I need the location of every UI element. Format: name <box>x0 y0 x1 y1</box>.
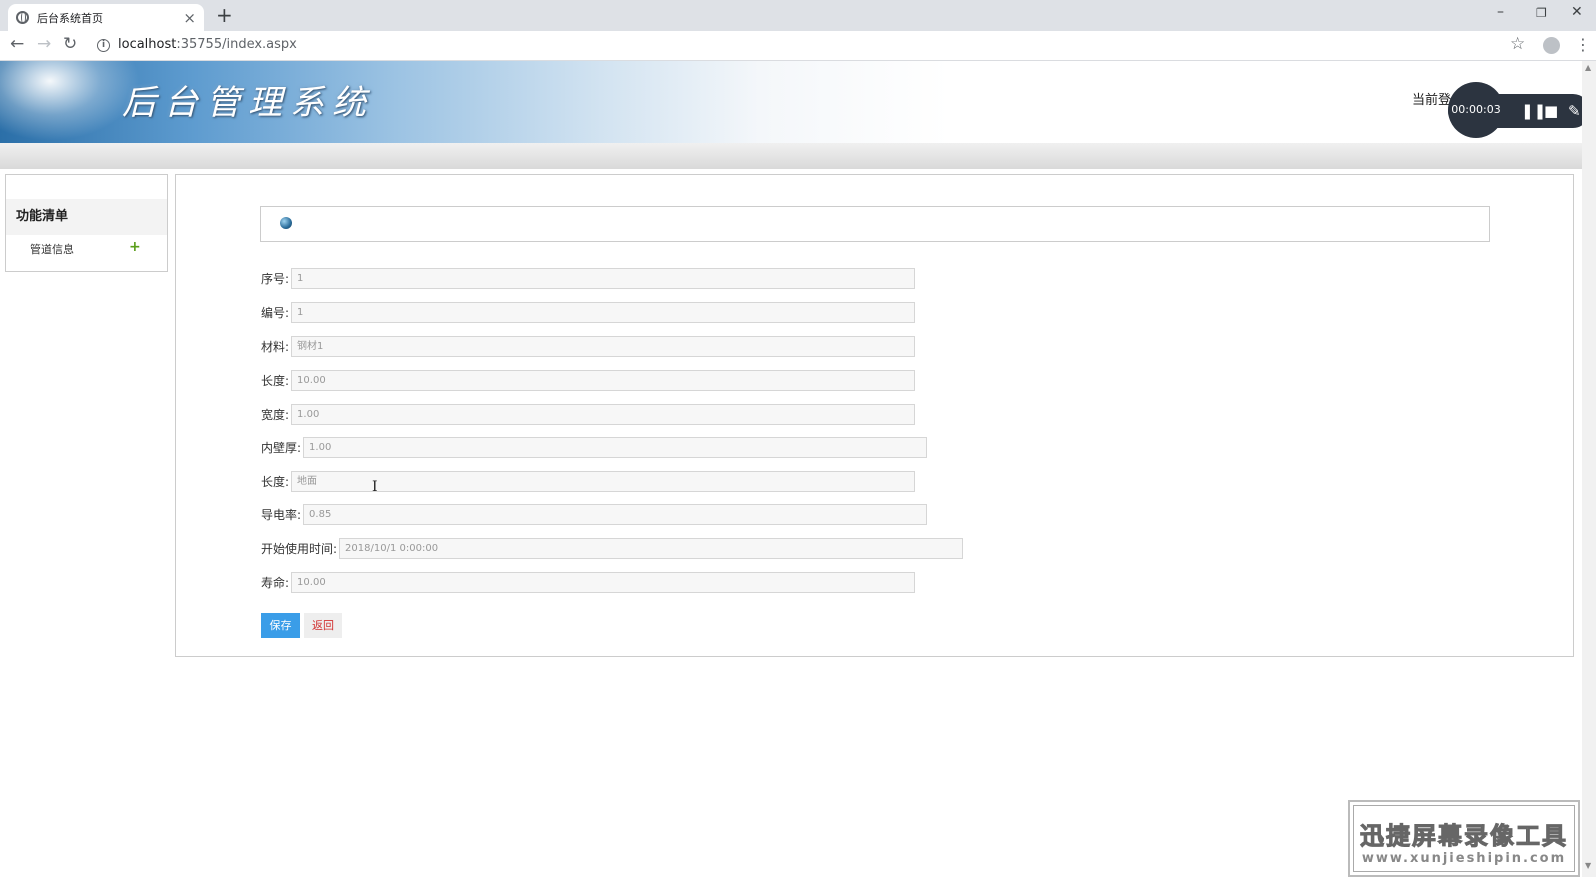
field-row-wall-thickness: 内壁厚: 1.00 <box>261 436 928 458</box>
field-label: 寿命: <box>261 575 290 590</box>
sidebar-item-pipe-info[interactable]: 管道信息 <box>30 241 74 257</box>
forward-arrow-icon[interactable]: → <box>37 34 51 54</box>
info-icon[interactable]: i <box>97 39 110 52</box>
url-path: :35755/index.aspx <box>176 37 297 52</box>
back-button[interactable]: 返回 <box>304 613 342 638</box>
recorder-watermark: 迅捷屏幕录像工具 www.xunjieshipin.com <box>1348 800 1580 877</box>
field-row-serial: 序号: 1 <box>261 267 916 289</box>
field-label: 内壁厚: <box>261 440 302 455</box>
text-cursor-icon: I <box>372 479 378 495</box>
width-input[interactable]: 1.00 <box>291 403 916 425</box>
field-row-start-time: 开始使用时间: 2018/10/1 0:00:00 <box>261 537 964 559</box>
browser-tab[interactable]: 后台系统首页 × <box>8 4 204 31</box>
bookmark-star-icon[interactable]: ☆ <box>1510 34 1525 54</box>
stop-icon[interactable]: ■ <box>1544 102 1558 120</box>
watermark-url: www.xunjieshipin.com <box>1361 851 1567 866</box>
field-row-code: 编号: 1 <box>261 301 916 323</box>
recorder-timer: 00:00:03 <box>1448 82 1504 138</box>
globe-icon <box>16 11 29 24</box>
expand-plus-icon[interactable]: + <box>129 239 141 255</box>
location-input[interactable]: 地面 <box>291 470 916 492</box>
start-time-input[interactable]: 2018/10/1 0:00:00 <box>339 537 964 559</box>
page-scrollbar[interactable]: ▲ ▼ <box>1582 61 1596 877</box>
field-row-conductivity: 导电率: 0.85 <box>261 503 928 525</box>
field-label: 材料: <box>261 339 290 354</box>
globe-bullet-icon <box>280 217 292 229</box>
header-divider-bar <box>0 143 1582 169</box>
field-label: 编号: <box>261 305 290 320</box>
pause-icon[interactable]: ❚❚ <box>1521 102 1546 120</box>
main-panel: 序号: 1 编号: 1 材料: 钢材1 长度: 10.00 宽度: 1.00 内… <box>175 174 1574 657</box>
length-input[interactable]: 10.00 <box>291 369 916 391</box>
field-label: 长度: <box>261 373 290 388</box>
watermark-title: 迅捷屏幕录像工具 <box>1360 822 1568 851</box>
address-bar[interactable]: localhost:35755/index.aspx <box>118 37 297 52</box>
browser-toolbar: ← → ↻ i localhost:35755/index.aspx ☆ ⋮ <box>0 31 1596 61</box>
field-label: 长度: <box>261 474 290 489</box>
field-label: 开始使用时间: <box>261 541 338 556</box>
field-row-length-2: 长度: 地面 <box>261 470 916 492</box>
conductivity-input[interactable]: 0.85 <box>303 503 928 525</box>
field-row-lifespan: 寿命: 10.00 <box>261 571 916 593</box>
serial-input[interactable]: 1 <box>291 267 916 289</box>
sidebar: 功能清单 管道信息 + <box>5 174 168 272</box>
tab-close-icon[interactable]: × <box>183 9 196 27</box>
lifespan-input[interactable]: 10.00 <box>291 571 916 593</box>
scroll-down-icon[interactable]: ▼ <box>1585 861 1591 870</box>
profile-avatar[interactable] <box>1543 37 1560 54</box>
menu-kebab-icon[interactable]: ⋮ <box>1575 35 1591 54</box>
window-close-button[interactable]: ✕ <box>1571 4 1583 20</box>
save-button[interactable]: 保存 <box>261 613 300 638</box>
field-row-length: 长度: 10.00 <box>261 369 916 391</box>
restore-button[interactable]: ❐ <box>1536 6 1547 20</box>
code-input[interactable]: 1 <box>291 301 916 323</box>
field-row-width: 宽度: 1.00 <box>261 403 916 425</box>
browser-tab-bar: 后台系统首页 × + – ❐ ✕ <box>0 0 1596 31</box>
field-label: 宽度: <box>261 407 290 422</box>
url-host: localhost <box>118 37 177 52</box>
login-info: 当前登 <box>1412 93 1452 108</box>
minimize-button[interactable]: – <box>1497 4 1504 20</box>
tab-title: 后台系统首页 <box>37 11 103 25</box>
reload-icon[interactable]: ↻ <box>63 34 77 54</box>
new-tab-button[interactable]: + <box>216 3 233 27</box>
system-title: 后台管理系统 <box>122 83 374 123</box>
material-input[interactable]: 钢材1 <box>291 335 916 357</box>
back-arrow-icon[interactable]: ← <box>10 34 24 54</box>
sidebar-heading: 功能清单 <box>6 199 167 235</box>
scroll-up-icon[interactable]: ▲ <box>1585 63 1591 72</box>
field-label: 导电率: <box>261 507 302 522</box>
form-title-box <box>260 206 1490 242</box>
field-label: 序号: <box>261 271 290 286</box>
pen-icon[interactable]: ✎ <box>1568 102 1581 120</box>
header-banner: 后台管理系统 当前登 <box>0 61 1582 143</box>
field-row-material: 材料: 钢材1 <box>261 335 916 357</box>
wall-thickness-input[interactable]: 1.00 <box>303 436 928 458</box>
